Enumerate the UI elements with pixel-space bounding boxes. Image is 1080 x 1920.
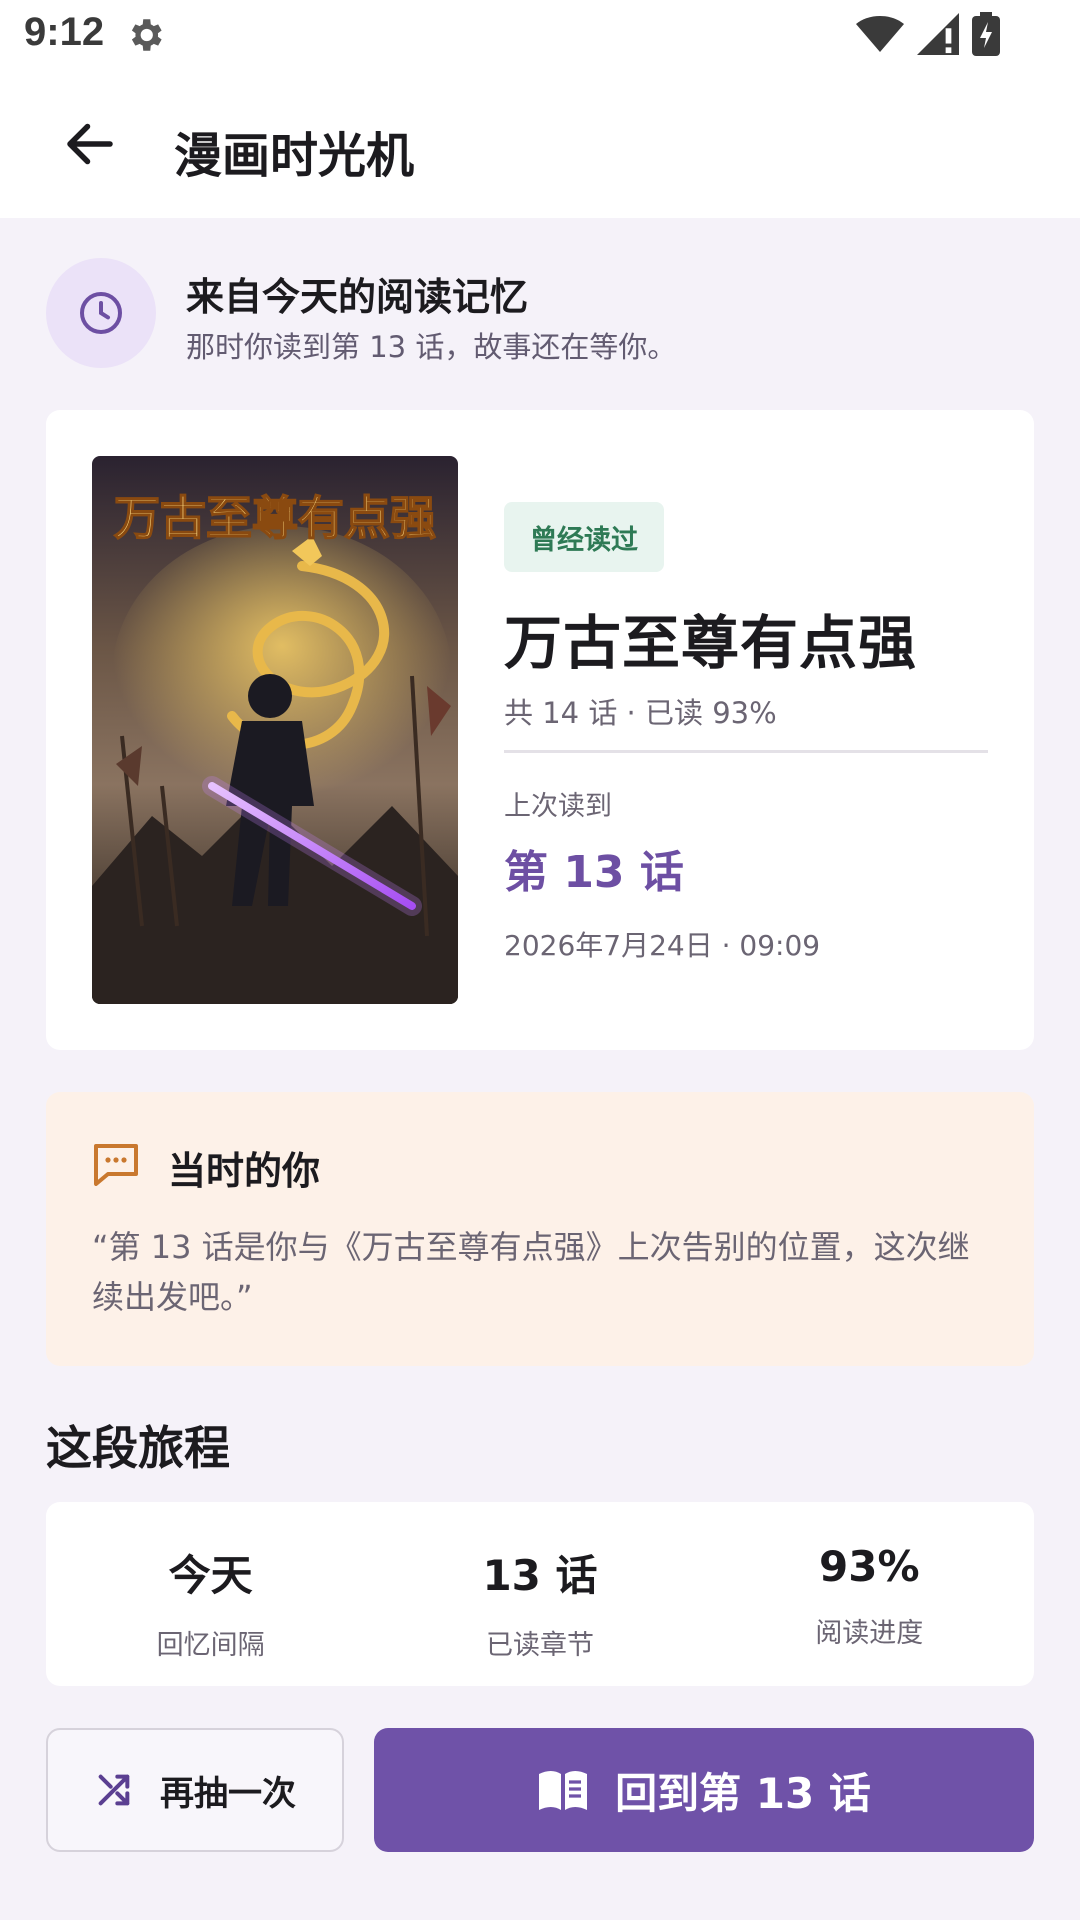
redraw-button[interactable]: 再抽一次 (46, 1728, 344, 1852)
book-cover[interactable]: 万古至尊有点强 (92, 456, 458, 1004)
last-read-label: 上次读到 (504, 791, 612, 822)
signal-icon (917, 13, 959, 55)
then-you-quote: “第 13 话是你与《万古至尊有点强》上次告别的位置，这次继续出发吧。” (92, 1228, 970, 1316)
then-you-title: 当时的你 (168, 1149, 321, 1193)
stat-chapters-read: 13 话 已读章节 (375, 1502, 704, 1686)
status-bar: 9:12 (0, 0, 1080, 72)
status-time: 9:12 (24, 10, 105, 54)
book-open-icon (539, 1771, 588, 1810)
status-badge: 曾经读过 (504, 502, 664, 572)
stat-label: 阅读进度 (815, 1618, 924, 1649)
book-card[interactable]: 万古至尊有点强 曾经读过 万古至尊有点强 共 14 话 · 已读 93% 上次读… (46, 410, 1034, 1050)
last-read-episode: 第 13 话 (504, 847, 684, 898)
wifi-icon (856, 16, 904, 52)
shuffle-icon (98, 1774, 130, 1806)
divider (504, 750, 988, 753)
stat-value: 13 话 (482, 1551, 598, 1600)
stat-recall-interval: 今天 回忆间隔 (46, 1502, 375, 1686)
redraw-label: 再抽一次 (160, 1773, 296, 1814)
clock-badge (46, 258, 156, 368)
return-to-chapter-button[interactable]: 回到第 13 话 (374, 1728, 1034, 1852)
memory-subtitle: 那时你读到第 13 话，故事还在等你。 (186, 330, 677, 364)
journey-stats: 今天 回忆间隔 13 话 已读章节 93% 阅读进度 (46, 1502, 1034, 1686)
gear-icon (131, 19, 162, 51)
stat-value: 今天 (168, 1551, 253, 1600)
memory-title: 来自今天的阅读记忆 (186, 275, 529, 319)
back-arrow-icon[interactable] (60, 114, 120, 174)
then-you-box: 当时的你 “第 13 话是你与《万古至尊有点强》上次告别的位置，这次继续出发吧。… (46, 1092, 1034, 1366)
stat-label: 已读章节 (485, 1630, 594, 1661)
battery-icon (972, 12, 1000, 56)
return-label: 回到第 13 话 (615, 1768, 871, 1818)
clock-icon (80, 292, 122, 334)
cover-illustration: 万古至尊有点强 (92, 456, 458, 1004)
journey-title: 这段旅程 (46, 1421, 230, 1475)
stat-label: 回忆间隔 (156, 1630, 265, 1661)
book-title: 万古至尊有点强 (504, 609, 918, 677)
cover-title-text: 万古至尊有点强 (114, 493, 436, 544)
memory-header: 来自今天的阅读记忆 那时你读到第 13 话，故事还在等你。 (46, 258, 1046, 368)
book-meta: 共 14 话 · 已读 93% (504, 696, 777, 730)
stat-value: 93% (819, 1542, 920, 1591)
last-read-time: 2026年7月24日 · 09:09 (504, 929, 821, 962)
page-title: 漫画时光机 (174, 128, 415, 184)
chat-icon (94, 1144, 138, 1186)
stat-reading-progress: 93% 阅读进度 (705, 1502, 1034, 1686)
app-bar: 漫画时光机 (0, 72, 1080, 218)
